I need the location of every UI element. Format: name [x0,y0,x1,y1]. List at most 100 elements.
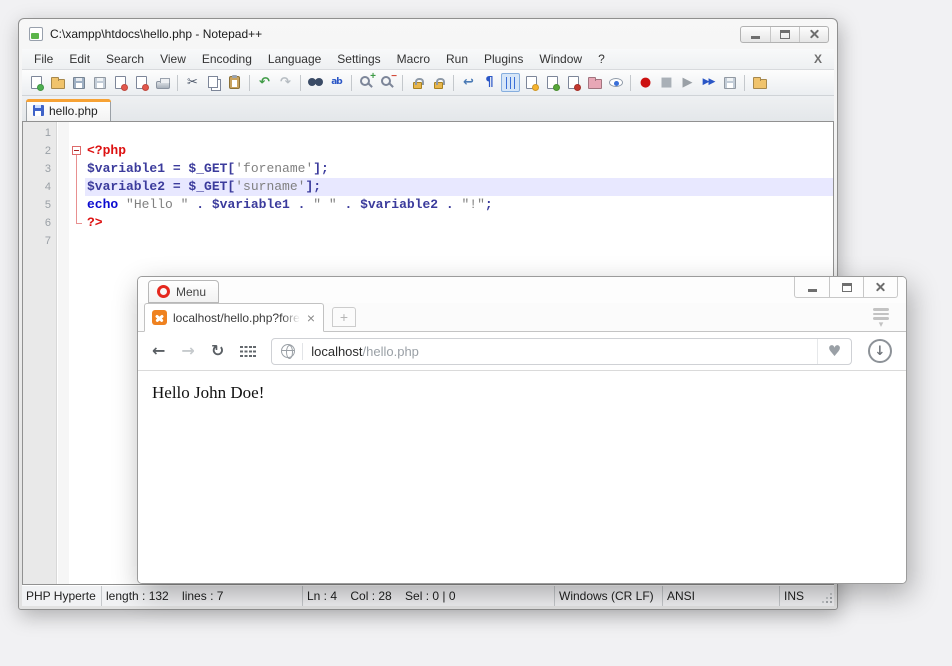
url-path: /hello.php [363,344,419,359]
fold-collapse-icon[interactable] [72,146,81,155]
zoom-in-icon[interactable]: + [357,73,376,92]
folder-as-workspace-icon[interactable] [585,73,604,92]
find-icon[interactable] [306,73,325,92]
statusbar-typing-mode[interactable]: INS [780,586,834,606]
macro-save-icon[interactable] [720,73,739,92]
line-number: 1 [23,124,58,142]
menu-plugins[interactable]: Plugins [476,50,531,68]
bookmark-cell[interactable] [58,160,69,178]
fold-margin[interactable] [69,178,85,196]
menu-encoding[interactable]: Encoding [194,50,260,68]
reload-icon[interactable]: ↻ [211,343,224,359]
save-file-icon[interactable] [69,73,88,92]
macro-stop-icon[interactable]: ■ [657,73,676,92]
menu-settings[interactable]: Settings [329,50,388,68]
menu-view[interactable]: View [152,50,194,68]
opera-logo-icon [157,285,170,298]
back-icon[interactable]: ← [152,343,165,359]
menubar-close-button[interactable]: X [806,52,830,66]
file-monitoring-icon[interactable] [606,73,625,92]
paste-icon[interactable] [225,73,244,92]
speed-dial-icon[interactable] [240,346,255,357]
indent-guide-icon[interactable] [501,73,520,92]
sync-vertical-scrolling-icon[interactable] [408,73,427,92]
minimize-button[interactable] [795,277,829,297]
statusbar-encoding[interactable]: ANSI [663,586,780,606]
document-switcher-icon[interactable] [564,73,583,92]
tab-close-icon[interactable]: × [306,311,316,325]
address-bar[interactable]: localhost/hello.php ♥ [271,338,852,365]
menu-window[interactable]: Window [531,50,590,68]
opera-menu-button[interactable]: Menu [148,280,219,303]
bookmark-cell[interactable] [58,142,69,160]
fold-margin [69,232,85,250]
menu-help[interactable]: ? [590,50,613,68]
macro-run-multiple-icon[interactable]: ▶▶ [699,73,718,92]
print-icon[interactable] [153,73,172,92]
cut-icon[interactable]: ✂ [183,73,202,92]
maximize-button[interactable] [770,27,799,42]
bookmark-cell[interactable] [58,232,69,250]
minimize-button[interactable] [741,27,770,42]
bookmark-cell[interactable] [58,196,69,214]
menu-search[interactable]: Search [98,50,152,68]
document-map-icon[interactable] [543,73,562,92]
fold-margin[interactable] [69,196,85,214]
download-icon[interactable]: ↓ [868,339,892,363]
code-text[interactable]: <?php [85,142,833,160]
save-all-icon[interactable] [90,73,109,92]
code-text[interactable]: echo "Hello " . $variable1 . " " . $vari… [85,196,833,214]
undo-icon[interactable]: ↶ [255,73,274,92]
user-defined-language-icon[interactable] [522,73,541,92]
tab-hello-php[interactable]: hello.php [26,99,111,121]
statusbar-doc-type: PHP Hyperte [22,586,102,606]
close-button[interactable] [799,27,828,42]
code-text[interactable] [85,124,833,142]
word-wrap-icon[interactable]: ↩ [459,73,478,92]
macro-record-icon[interactable]: ● [636,73,655,92]
menu-file[interactable]: File [26,50,61,68]
bookmark-cell[interactable] [58,214,69,232]
maximize-button[interactable] [829,277,863,297]
menu-macro[interactable]: Macro [389,50,438,68]
code-text[interactable]: $variable2 = $_GET['surname']; [85,178,833,196]
fold-margin[interactable] [69,160,85,178]
notepad-menubar: FileEditSearchViewEncodingLanguageSettin… [22,49,834,70]
new-tab-button[interactable]: + [332,307,356,327]
notepad-tabbar: hello.php [22,96,834,121]
close-file-icon[interactable] [111,73,130,92]
close-all-files-icon[interactable] [132,73,151,92]
statusbar-eol-format[interactable]: Windows (CR LF) [555,586,663,606]
notepad-app-icon [29,27,43,41]
fold-margin[interactable] [69,214,85,232]
code-text[interactable] [85,232,833,250]
bookmark-heart-icon[interactable]: ♥ [817,339,851,364]
open-containing-folder-icon[interactable] [750,73,769,92]
redo-icon[interactable]: ↷ [276,73,295,92]
fold-margin[interactable] [69,142,85,160]
new-file-icon[interactable] [27,73,46,92]
open-file-icon[interactable] [48,73,67,92]
copy-icon[interactable] [204,73,223,92]
macro-playback-icon[interactable]: ▶ [678,73,697,92]
fold-margin [69,124,85,142]
close-button[interactable] [863,277,897,297]
resize-grip[interactable] [830,601,832,603]
bookmark-cell[interactable] [58,178,69,196]
menu-language[interactable]: Language [260,50,329,68]
forward-icon[interactable]: → [181,343,194,359]
replace-icon[interactable]: ab [327,73,346,92]
tab-menu-icon[interactable]: ▾ [872,308,890,326]
url-text[interactable]: localhost/hello.php [311,344,817,359]
line-number: 5 [23,196,58,214]
code-text[interactable]: ?> [85,214,833,232]
bookmark-cell[interactable] [58,124,69,142]
code-text[interactable]: $variable1 = $_GET['forename']; [85,160,833,178]
sync-horizontal-scrolling-icon[interactable] [429,73,448,92]
menu-run[interactable]: Run [438,50,476,68]
zoom-out-icon[interactable]: − [378,73,397,92]
menu-edit[interactable]: Edit [61,50,98,68]
show-all-characters-icon[interactable]: ¶ [480,73,499,92]
opera-tab[interactable]: localhost/hello.php?forena × [144,303,324,332]
notepad-titlebar[interactable]: C:\xampp\htdocs\hello.php - Notepad++ [19,19,837,49]
